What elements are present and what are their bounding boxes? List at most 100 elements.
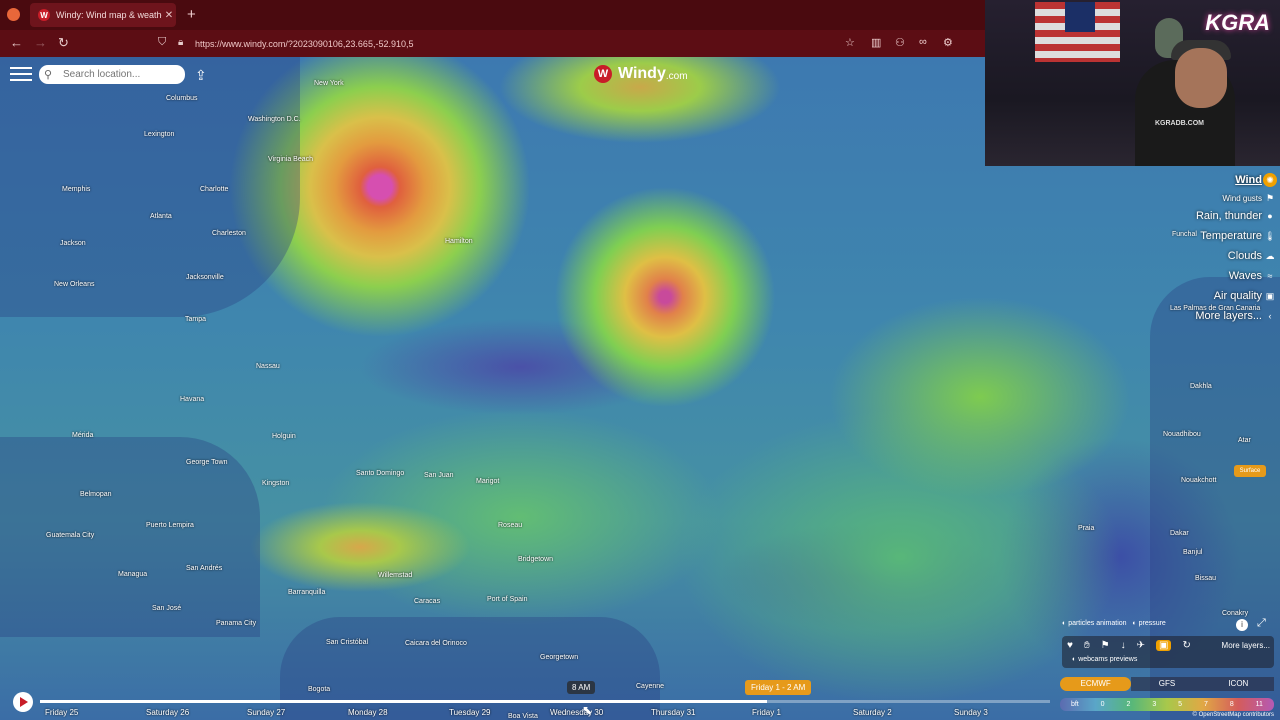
map-city-label[interactable]: Jacksonville (186, 274, 224, 281)
browser-menu-icon[interactable] (7, 8, 20, 21)
flag-icon[interactable]: ⚑ (1101, 640, 1110, 651)
map-city-label[interactable]: Guatemala City (46, 532, 94, 539)
library-icon[interactable]: ▥ (871, 36, 881, 49)
fullscreen-icon[interactable]: ⤢ (1257, 617, 1266, 630)
hamburger-menu-icon[interactable] (10, 67, 32, 83)
map-city-label[interactable]: Bridgetown (518, 556, 553, 563)
air-quality-icon[interactable]: ▣ (1263, 286, 1277, 306)
map-city-label[interactable]: Willemstad (378, 572, 412, 579)
timeline-day[interactable]: Saturday 2 (853, 708, 892, 717)
pressure-toggle-icon[interactable]: ◐ (1132, 620, 1136, 627)
lock-icon[interactable]: 🔒︎ (178, 37, 183, 48)
particles-animation-label[interactable]: particles animation (1068, 620, 1126, 627)
close-tab-icon[interactable]: ✕ (162, 10, 176, 21)
account-icon[interactable]: ⚇ (895, 36, 905, 49)
map-city-label[interactable]: Memphis (62, 186, 90, 193)
timeline-day[interactable]: Thursday 31 (651, 708, 695, 717)
wind-scale-legend[interactable]: bft 0 2 3 5 7 8 11 (1060, 698, 1274, 711)
map-city-label[interactable]: Georgetown (540, 654, 578, 661)
wind-gusts-icon[interactable]: ⚑ (1263, 190, 1277, 206)
webcams-previews-toggle[interactable]: ◐ webcams previews (1072, 656, 1137, 663)
map-city-label[interactable]: Port of Spain (487, 596, 527, 603)
layer-item[interactable]: Wind (1142, 170, 1262, 190)
map-city-label[interactable]: Washington D.C. (248, 116, 301, 123)
particles-toggle-icon[interactable]: ◐ (1062, 620, 1066, 627)
extension-icon[interactable]: ∞ (919, 36, 927, 48)
map-city-label[interactable]: Caracas (414, 598, 440, 605)
settings-icon[interactable]: ⚙ (943, 36, 953, 49)
thermometer-small-icon[interactable]: ↓ (1121, 640, 1126, 651)
map-city-label[interactable]: Atar (1238, 437, 1251, 444)
back-icon[interactable]: ← (10, 35, 23, 50)
timeline-day[interactable]: Monday 28 (348, 708, 388, 717)
map-city-label[interactable]: San Cristóbal (326, 639, 368, 646)
map-city-label[interactable]: Mérida (72, 432, 93, 439)
map-city-label[interactable]: Bissau (1195, 575, 1216, 582)
share-icon[interactable]: ⇪ (195, 67, 207, 84)
pressure-label[interactable]: pressure (1139, 620, 1166, 627)
layer-item[interactable]: Air quality (1142, 286, 1262, 306)
browser-tab[interactable]: W Windy: Wind map & weather fo ✕ (30, 3, 176, 27)
windy-logo[interactable]: W Windy .com (594, 65, 688, 83)
map-city-label[interactable]: Banjul (1183, 549, 1202, 556)
forward-icon[interactable]: → (34, 35, 47, 50)
map-city-label[interactable]: Lexington (144, 131, 174, 138)
timeline-day[interactable]: Wednesday 30 (550, 708, 603, 717)
map-city-label[interactable]: Roseau (498, 522, 522, 529)
map-city-label[interactable]: Havana (180, 396, 204, 403)
altitude-surface-button[interactable]: Surface (1234, 465, 1266, 477)
more-layers-link[interactable]: More layers... (1222, 641, 1270, 650)
chevron-left-icon[interactable]: ‹ (1263, 306, 1277, 326)
timeline-day[interactable]: Friday 25 (45, 708, 78, 717)
map-city-label[interactable]: San Juan (424, 472, 454, 479)
map-city-label[interactable]: Nassau (256, 363, 280, 370)
map-city-label[interactable]: Nouakchott (1181, 477, 1216, 484)
cloud-icon[interactable]: ☁︎ (1263, 246, 1277, 266)
map-city-label[interactable]: Conakry (1222, 610, 1248, 617)
timeline-track[interactable] (40, 700, 1050, 703)
map-city-label[interactable]: Tampa (185, 316, 206, 323)
map-city-label[interactable]: Nouadhibou (1163, 431, 1201, 438)
map-city-label[interactable]: Columbus (166, 95, 198, 102)
map-city-label[interactable]: Charlotte (200, 186, 228, 193)
timeline-day[interactable]: Saturday 26 (146, 708, 189, 717)
map-city-label[interactable]: Barranquilla (288, 589, 325, 596)
map-city-label[interactable]: Holguin (272, 433, 296, 440)
map-city-label[interactable]: San Andrés (186, 565, 222, 572)
model-gfs-button[interactable]: GFS (1131, 677, 1203, 691)
airport-icon[interactable]: ✈ (1137, 640, 1145, 651)
map-city-label[interactable]: Atlanta (150, 213, 172, 220)
shield-icon[interactable]: ⛉ (158, 36, 166, 49)
map-city-label[interactable]: Cayenne (636, 683, 664, 690)
map-city-label[interactable]: Puerto Lempira (146, 522, 194, 529)
layer-item[interactable]: Temperature (1142, 226, 1262, 246)
favorite-heart-icon[interactable]: ♥ (1067, 640, 1073, 651)
wind-arrow-icon[interactable]: ↻ (1182, 640, 1190, 651)
new-tab-icon[interactable]: + (187, 6, 196, 23)
map-city-label[interactable]: Hamilton (445, 238, 473, 245)
model-icon-button[interactable]: ICON (1202, 677, 1274, 691)
url-field[interactable]: https://www.windy.com/?2023090106,23.665… (195, 39, 413, 49)
layer-item[interactable]: More layers... (1142, 306, 1262, 326)
wind-layer-icon[interactable]: ✺ (1263, 173, 1277, 187)
map-city-label[interactable]: Santo Domingo (356, 470, 404, 477)
play-button[interactable] (13, 692, 33, 712)
model-ecmwf-button[interactable]: ECMWF (1060, 677, 1132, 691)
search-box[interactable]: ⚲ (39, 65, 185, 84)
timeline-day[interactable]: Sunday 27 (247, 708, 285, 717)
webcam-icon[interactable]: ▣ (1156, 640, 1172, 651)
map-city-label[interactable]: Belmopan (80, 491, 112, 498)
layer-item[interactable]: Clouds (1142, 246, 1262, 266)
reload-icon[interactable]: ↻ (58, 35, 69, 51)
hand-icon[interactable]: ✋︎ (1084, 640, 1090, 651)
bookmark-star-icon[interactable]: ☆ (845, 36, 855, 49)
thermometer-icon[interactable]: 🌡︎ (1263, 226, 1277, 246)
map-city-label[interactable]: San José (152, 605, 181, 612)
layer-item[interactable]: Wind gusts (1142, 190, 1262, 206)
map-city-label[interactable]: George Town (186, 459, 228, 466)
map-city-label[interactable]: Praia (1078, 525, 1094, 532)
map-city-label[interactable]: Bogota (308, 686, 330, 693)
map-city-label[interactable]: New York (314, 80, 344, 87)
map-city-label[interactable]: Dakhla (1190, 383, 1212, 390)
map-city-label[interactable]: Dakar (1170, 530, 1189, 537)
